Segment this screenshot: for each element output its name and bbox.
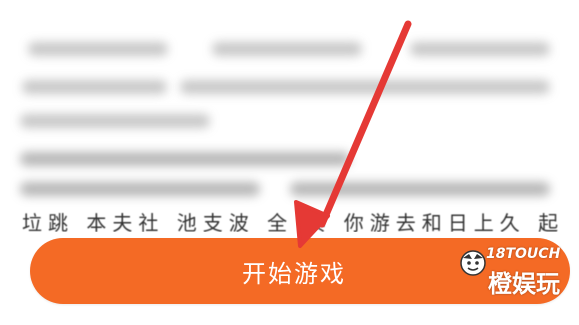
blurred-text-line xyxy=(410,42,550,56)
blurred-text-line xyxy=(22,80,167,94)
cartoon-face-logo-icon xyxy=(460,250,486,276)
start-game-button-label: 开始游戏 xyxy=(242,259,346,288)
blurred-text-line xyxy=(28,42,168,56)
blurred-text-line xyxy=(20,182,260,196)
watermark: 18TOUCH 橙娱玩 xyxy=(456,244,576,304)
screen: 垃跳 本夫社 池支波 全 典 你游去和日上久 起 开始游戏 18TOUCH 橙娱… xyxy=(0,0,579,325)
cut-off-text-line: 垃跳 本夫社 池支波 全 典 你游去和日上久 起 xyxy=(0,206,579,232)
blurred-article-text xyxy=(0,0,579,230)
blurred-text-line xyxy=(180,80,550,94)
blurred-text-line xyxy=(20,152,350,166)
watermark-latin-text: 18TOUCH xyxy=(486,246,561,262)
blurred-text-line xyxy=(290,182,550,196)
cut-off-text: 垃跳 本夫社 池支波 全 典 你游去和日上久 起 xyxy=(22,211,565,232)
blurred-text-line xyxy=(212,42,362,56)
blurred-text-line xyxy=(20,114,210,128)
watermark-chinese-text: 橙娱玩 xyxy=(488,270,560,298)
